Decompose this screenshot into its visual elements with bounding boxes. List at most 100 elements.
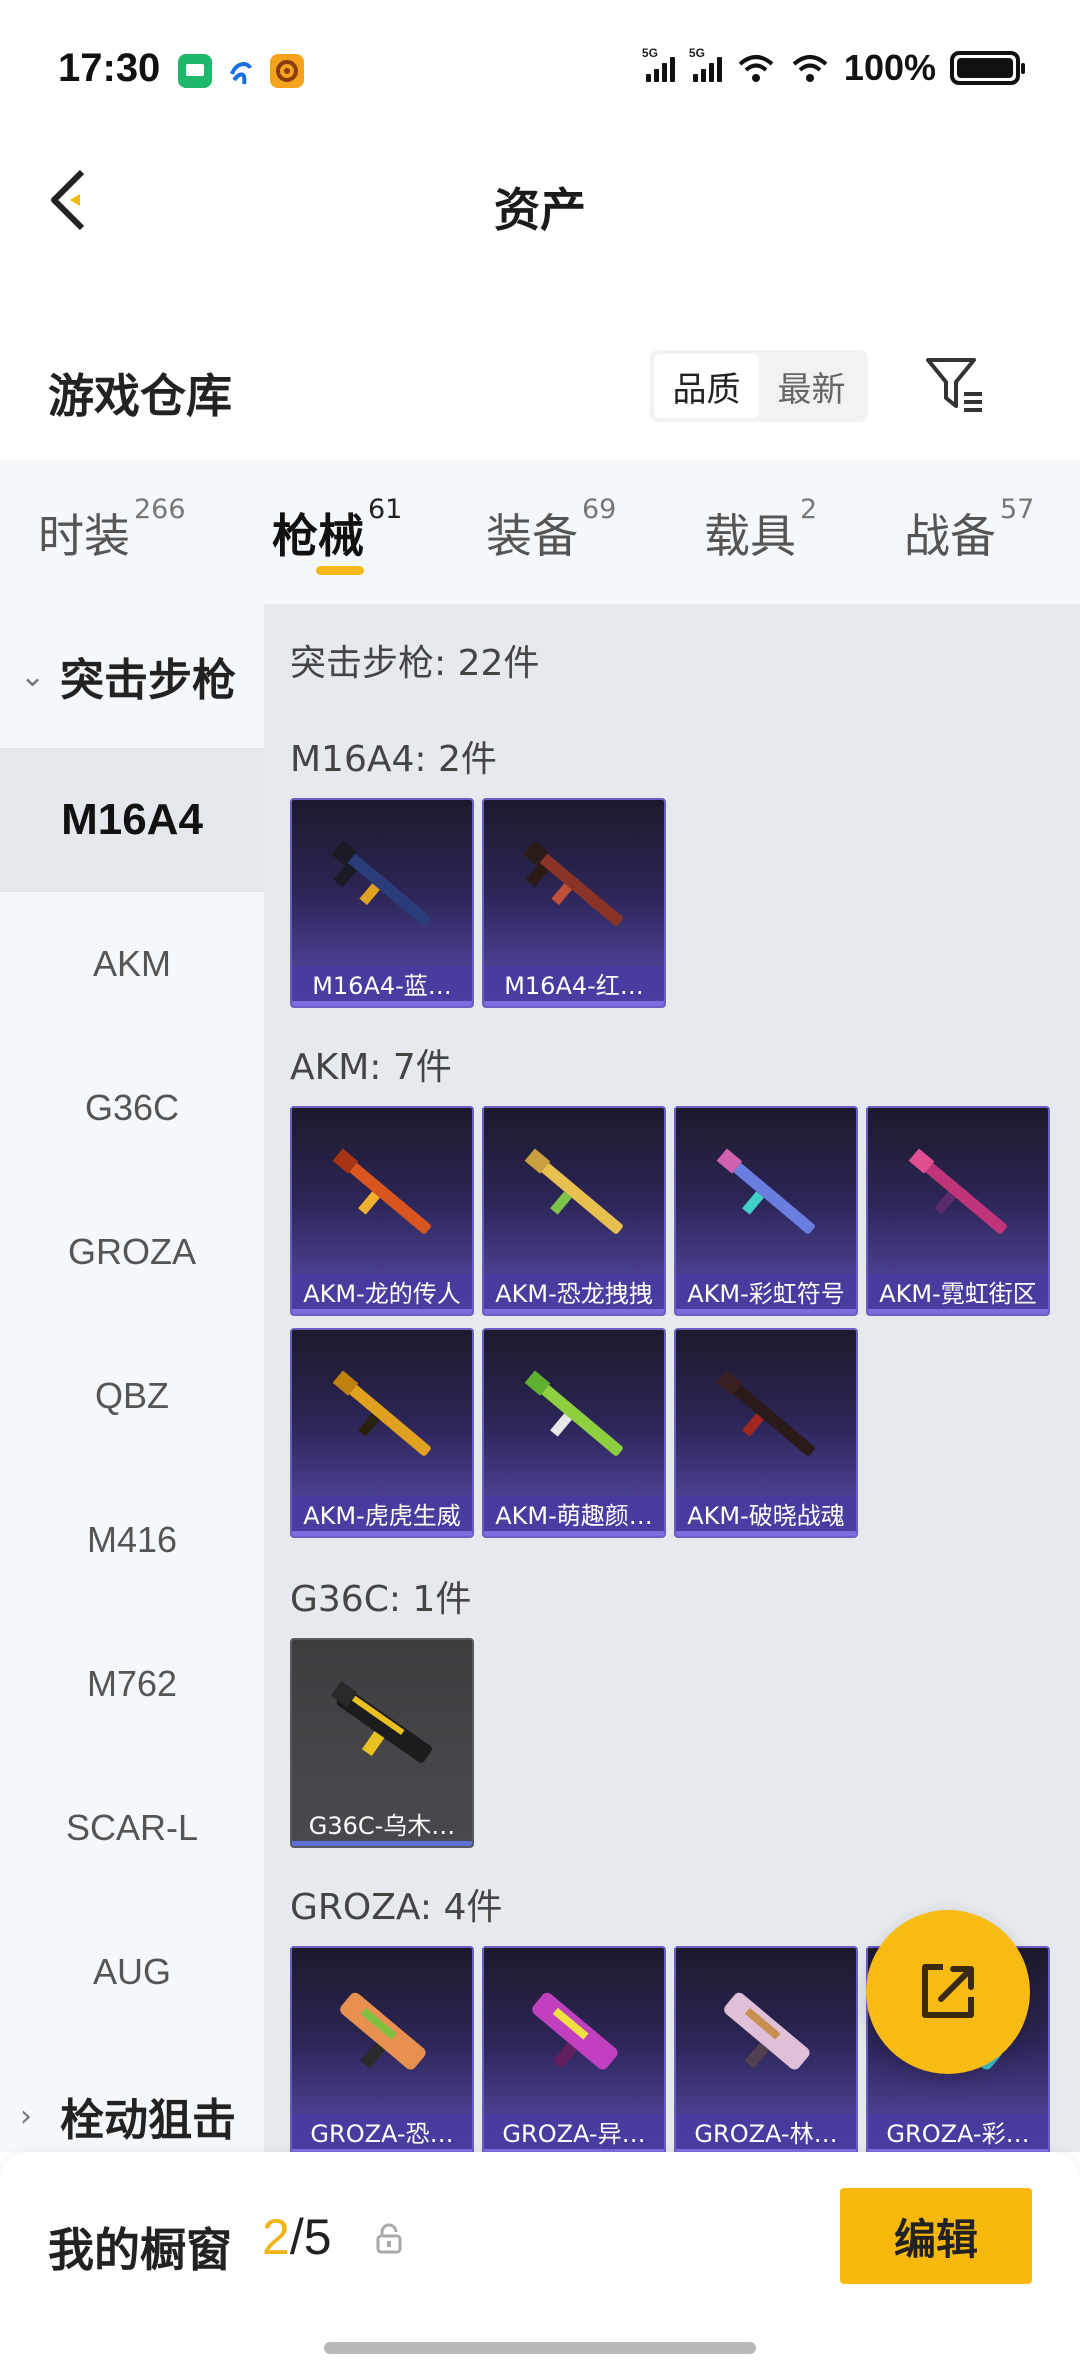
- sidebar-item-g36c[interactable]: G36C: [0, 1036, 264, 1180]
- home-indicator: [324, 2342, 756, 2354]
- filter-icon: [926, 358, 982, 412]
- weapon-card[interactable]: AKM-破晓战魂: [674, 1328, 858, 1538]
- chevron-down-icon: ⌄: [20, 658, 46, 694]
- weapon-card[interactable]: AKM-龙的传人: [290, 1106, 474, 1316]
- rifle-icon: [524, 1148, 623, 1234]
- sidebar-group-label: 栓动狙击: [60, 2095, 236, 2146]
- group-title-m16a4: M16A4: 2件: [290, 739, 497, 780]
- sidebar-item-akm[interactable]: AKM: [0, 892, 264, 1036]
- tab-label: 战备: [904, 509, 996, 563]
- active-tab-indicator: [316, 566, 364, 575]
- weapon-card[interactable]: M16A4-蓝…: [290, 798, 474, 1008]
- group-title-g36c: G36C: 1件: [290, 1579, 472, 1620]
- game-app-icon: [270, 54, 304, 88]
- sidebar-item-aug[interactable]: AUG: [0, 1900, 264, 2044]
- network-type-label-2: 5G: [688, 46, 705, 60]
- sidebar-group-assault-rifles[interactable]: ⌄ 突击步枪: [0, 604, 264, 748]
- weapon-card[interactable]: M16A4-红…: [482, 798, 666, 1008]
- sidebar-item-groza[interactable]: GROZA: [0, 1180, 264, 1324]
- tab-count: 57: [1000, 494, 1035, 525]
- weapon-card[interactable]: AKM-霓虹街区: [866, 1106, 1050, 1316]
- status-indicators: 5G 5G 100%: [642, 46, 1025, 88]
- rifle-icon: [524, 1370, 623, 1456]
- weapon-name: AKM-彩虹符号: [676, 1274, 856, 1314]
- share-icon: [922, 1964, 974, 2018]
- battery-icon: [950, 51, 1025, 85]
- tab-weapons[interactable]: 枪械 61: [272, 494, 402, 566]
- weapon-card[interactable]: GROZA-恐…: [290, 1946, 474, 2152]
- tab-equipment[interactable]: 装备 69: [486, 494, 616, 566]
- page-title: 资产: [494, 183, 586, 237]
- network-type-label: 5G: [641, 46, 658, 60]
- category-tabs: 时装 266 枪械 61 装备 69 载具 2 战备 57: [0, 460, 1080, 604]
- showcase-label: 我的橱窗: [48, 2223, 232, 2277]
- cellular-signal-icon: 5G: [642, 46, 675, 82]
- weapon-card[interactable]: AKM-彩虹符号: [674, 1106, 858, 1316]
- wifi-icon: [738, 55, 774, 82]
- weapon-name: AKM-破晓战魂: [676, 1496, 856, 1536]
- tab-fashion[interactable]: 时装 266: [38, 494, 186, 566]
- rifle-icon: [340, 1992, 426, 2070]
- weapon-name: GROZA-彩…: [868, 2114, 1048, 2152]
- weapon-name: AKM-萌趣颜…: [484, 1496, 664, 1536]
- sidebar-item-qbz[interactable]: QBZ: [0, 1324, 264, 1468]
- weapon-name: GROZA-恐…: [292, 2114, 472, 2152]
- weapon-name: M16A4-红…: [484, 966, 664, 1006]
- chat-app-icon: [178, 54, 212, 88]
- sidebar-group-bolt-snipers[interactable]: › 栓动狙击: [0, 2044, 264, 2152]
- tab-vehicles[interactable]: 载具 2: [704, 494, 817, 566]
- weapon-name: M16A4-蓝…: [292, 966, 472, 1006]
- battery-percent: 100%: [843, 47, 936, 88]
- category-summary: 突击步枪: 22件: [290, 643, 540, 684]
- lock-icon: [376, 2223, 402, 2254]
- weapon-card[interactable]: GROZA-林…: [674, 1946, 858, 2152]
- weapon-card[interactable]: AKM-虎虎生威: [290, 1328, 474, 1538]
- tab-count: 2: [800, 494, 818, 525]
- tab-count: 69: [582, 494, 617, 525]
- rifle-icon: [330, 1680, 432, 1763]
- rifle-icon: [332, 1370, 431, 1456]
- weapon-name: GROZA-林…: [676, 2114, 856, 2152]
- sidebar-item-m16a4[interactable]: M16A4: [0, 748, 264, 892]
- wifi-icon-2: [792, 55, 828, 82]
- weapon-name: G36C-乌木…: [292, 1806, 472, 1846]
- rifle-icon: [331, 840, 431, 926]
- rifle-icon: [716, 1370, 815, 1456]
- rifle-icon: [523, 840, 623, 926]
- weapon-name: GROZA-异…: [484, 2114, 664, 2152]
- share-button[interactable]: [866, 1910, 1030, 2074]
- sidebar-item-scar-l[interactable]: SCAR-L: [0, 1756, 264, 1900]
- showcase-count-total: /5: [289, 2209, 332, 2265]
- sort-toggle: 品质 最新: [650, 350, 868, 422]
- sidebar-item-m762[interactable]: M762: [0, 1612, 264, 1756]
- weapon-card[interactable]: GROZA-异…: [482, 1946, 666, 2152]
- weapon-card[interactable]: AKM-恐龙拽拽: [482, 1106, 666, 1316]
- showcase-count-current: 2: [262, 2209, 290, 2265]
- tab-count: 266: [134, 494, 186, 525]
- weapon-card[interactable]: G36C-乌木…: [290, 1638, 474, 1848]
- tab-count: 61: [368, 494, 403, 525]
- showcase-bar: 我的橱窗 2/5 编辑: [0, 2152, 1080, 2376]
- tab-supplies[interactable]: 战备 57: [904, 494, 1034, 566]
- rifle-icon: [332, 1148, 431, 1234]
- chevron-right-icon: ›: [20, 2098, 32, 2134]
- weapon-type-sidebar: ⌄ 突击步枪 M16A4 AKM G36C GROZA QBZ M416 M76…: [0, 604, 264, 2152]
- sort-option-quality[interactable]: 品质: [654, 354, 759, 418]
- weapon-name: AKM-龙的传人: [292, 1274, 472, 1314]
- showcase-count: 2/5: [262, 2208, 332, 2266]
- warehouse-title: 游戏仓库: [48, 369, 232, 423]
- filter-button[interactable]: [922, 352, 988, 418]
- rifle-icon: [908, 1148, 1007, 1234]
- tab-label: 装备: [486, 509, 578, 563]
- tab-label: 载具: [704, 509, 796, 563]
- weapon-card[interactable]: AKM-萌趣颜…: [482, 1328, 666, 1538]
- edit-button[interactable]: 编辑: [840, 2188, 1032, 2284]
- tab-label: 枪械: [272, 509, 364, 563]
- rifle-icon: [532, 1992, 618, 2070]
- tab-label: 时装: [38, 509, 130, 563]
- sidebar-group-label: 突击步枪: [60, 655, 236, 706]
- sidebar-item-m416[interactable]: M416: [0, 1468, 264, 1612]
- sort-option-newest[interactable]: 最新: [759, 354, 864, 418]
- group-title-akm: AKM: 7件: [290, 1047, 452, 1088]
- rifle-icon: [724, 1992, 810, 2070]
